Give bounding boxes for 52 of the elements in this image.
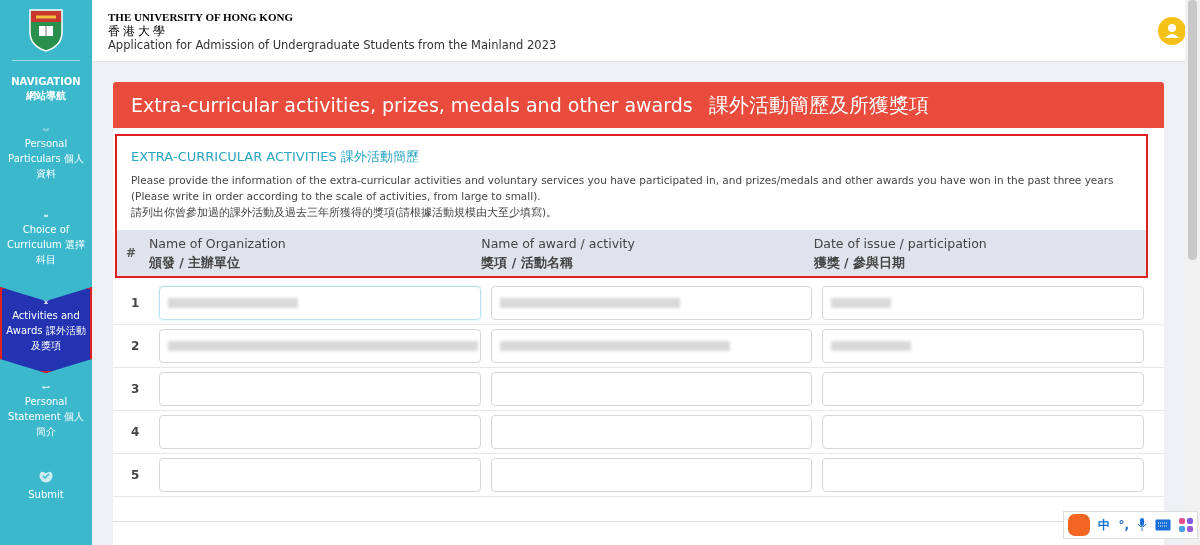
university-name-zh: 香 港 大 學	[108, 23, 166, 38]
nav-item[interactable]: Choice of Curriculum 選擇科目	[0, 201, 92, 287]
ime-mode[interactable]: 中	[1098, 516, 1111, 534]
apps-icon[interactable]	[1179, 518, 1193, 532]
input-field[interactable]	[159, 372, 481, 406]
instructions-text: Please provide the information of the extra-curricular activities and voluntary services you have participated in, and prizes/medals and other awards you have won in the past three years (Please write in order according to the scale of activities, from large to small).	[131, 173, 1115, 204]
input-field[interactable]	[822, 286, 1144, 320]
microphone-icon[interactable]	[1137, 518, 1147, 532]
nav-item[interactable]: Submit	[0, 459, 92, 545]
input-field[interactable]	[822, 372, 1144, 406]
navigation-heading: NAVIGATION	[11, 75, 81, 89]
input-field[interactable]	[490, 372, 813, 406]
navigation-heading-zh: 網站導航	[26, 89, 66, 103]
input-field[interactable]	[490, 458, 813, 492]
column-header-zh: 獎項 / 活動名稱	[481, 254, 574, 272]
scroll-thumb[interactable]	[1188, 0, 1197, 260]
column-header-zh: 頒發 / 主辦單位	[149, 254, 242, 272]
column-header: Name of Organization	[149, 235, 287, 253]
keyboard-icon[interactable]	[1155, 519, 1171, 531]
input-field[interactable]	[159, 329, 481, 363]
input-field[interactable]	[159, 415, 481, 449]
input-field[interactable]	[490, 415, 813, 449]
ime-punctuation[interactable]: °,	[1118, 518, 1129, 532]
column-header: Date of issue / participation	[813, 235, 988, 253]
user-avatar-icon[interactable]	[1158, 16, 1186, 45]
instructions-text-zh: 請列出你曾參加過的課外活動及過去三年所獲得的獎項(請根據活動規模由大至少填寫)。	[131, 205, 559, 220]
input-field[interactable]	[490, 329, 813, 363]
row-number: 4	[131, 425, 141, 439]
row-number: 1	[131, 296, 141, 310]
input-field[interactable]	[490, 286, 813, 320]
input-field[interactable]	[822, 415, 1144, 449]
column-header: Name of award / activity	[481, 235, 636, 253]
column-header: #	[124, 246, 138, 260]
nav-item[interactable]: Activities and Awards 課外活動及獎項	[0, 287, 92, 373]
university-name: THE UNIVERSITY OF HONG KONG	[108, 9, 294, 24]
nav-item[interactable]: Personal Particulars 個人資料	[0, 115, 92, 201]
row-number: 5	[131, 468, 141, 482]
ime-logo-icon[interactable]	[1068, 514, 1091, 536]
page-title: Extra-curricular activities, prizes, medals and other awards	[131, 94, 693, 116]
column-header-zh: 獲獎 / 參與日期	[813, 254, 906, 272]
input-field[interactable]	[159, 458, 481, 492]
application-title: Application for Admission of Undergraduate Students from the Mainland 2023	[108, 37, 557, 52]
crest-icon	[28, 8, 64, 52]
row-number: 2	[131, 339, 141, 353]
input-field[interactable]	[822, 329, 1144, 363]
section-heading: EXTRA-CURRICULAR ACTIVITIES 課外活動簡歷	[131, 148, 420, 166]
input-field[interactable]	[822, 458, 1144, 492]
check-circle-icon	[38, 469, 54, 483]
input-field[interactable]	[159, 286, 481, 320]
row-number: 3	[131, 382, 141, 396]
page-title-zh: 課外活動簡歷及所獲獎項	[708, 91, 929, 119]
nav-item[interactable]: Personal Statement 個人簡介	[0, 373, 92, 459]
